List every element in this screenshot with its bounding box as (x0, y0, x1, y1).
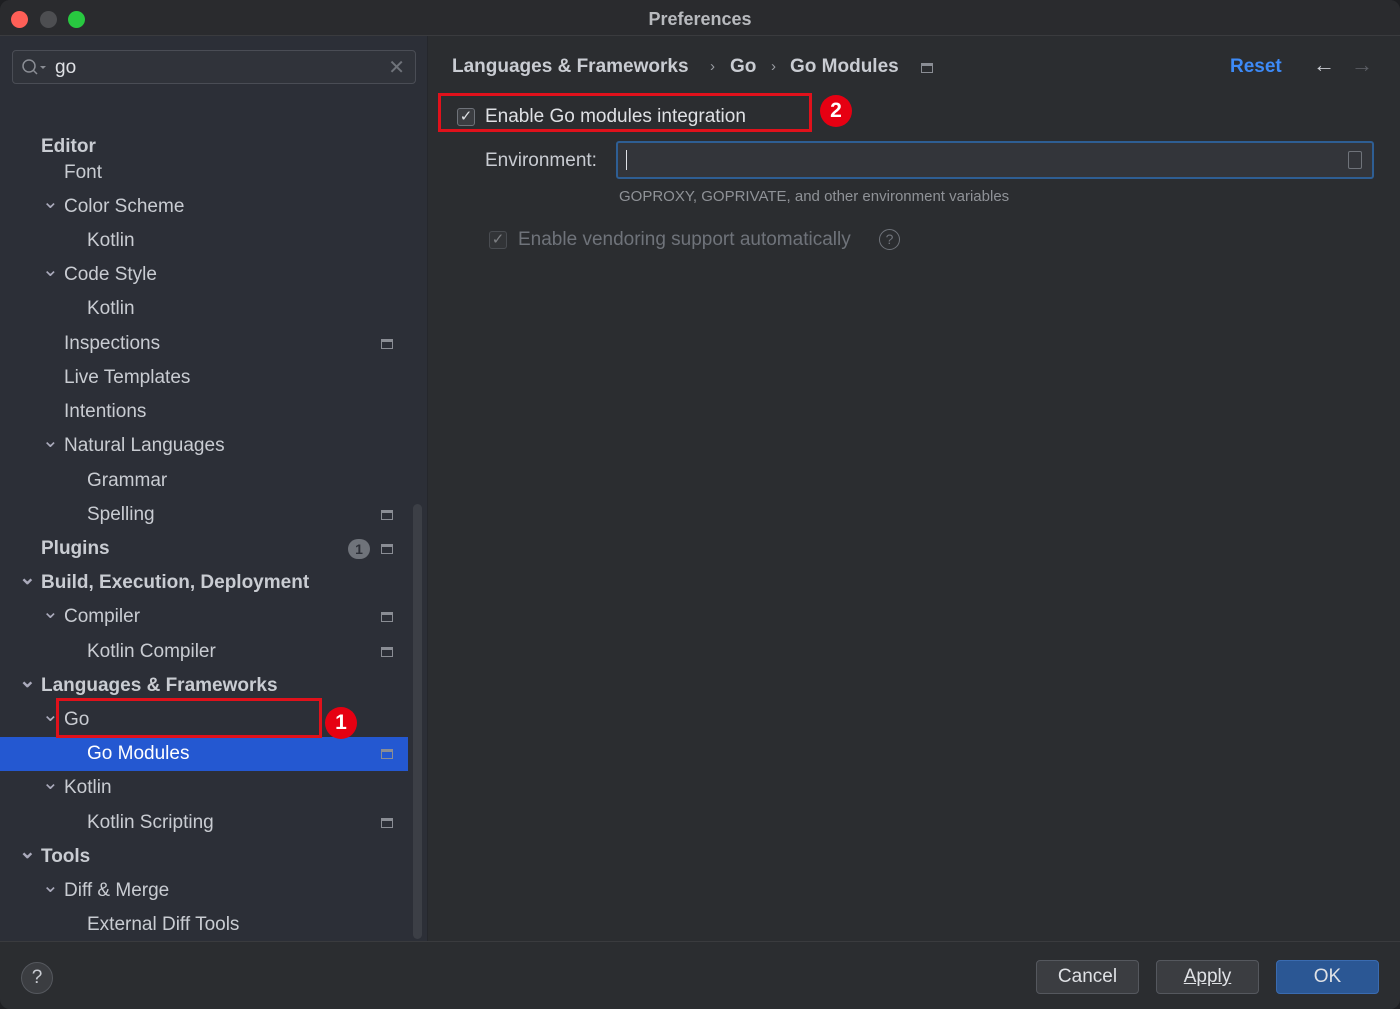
tree-item-label: Intentions (64, 401, 147, 422)
project-scope-icon (381, 818, 393, 828)
tree-item-label: Build, Execution, Deployment (41, 572, 310, 593)
environment-input[interactable] (616, 141, 1374, 179)
window-title: Preferences (648, 9, 752, 29)
breadcrumb-current: Go Modules (790, 56, 899, 77)
tree-item[interactable]: ⌄ Tools (0, 840, 408, 874)
tree-item[interactable]: ⌄ Diff & Merge (0, 874, 408, 908)
tree-item-label: Kotlin Scripting (87, 812, 214, 833)
tree-item[interactable]: Intentions (0, 395, 408, 429)
tree-item-label: External Diff Tools (87, 914, 240, 935)
tree-item[interactable]: External Diff Tools (0, 908, 408, 942)
tree-item[interactable]: Kotlin Compiler (0, 635, 408, 669)
tree-item-label: Grammar (87, 470, 168, 491)
tree-item-label: Kotlin (87, 230, 135, 251)
tree-item-label: Plugins (41, 538, 110, 559)
tree-item[interactable]: ⌄ Natural Languages (0, 429, 408, 463)
vendoring-checkbox[interactable]: ✓ (489, 231, 507, 249)
text-cursor (626, 150, 627, 170)
chevron-down-icon[interactable]: ⌄ (42, 253, 59, 287)
apply-button[interactable]: Apply (1156, 960, 1259, 994)
tree-item-label: Kotlin (87, 298, 135, 319)
tree-item-label: Go Modules (87, 743, 190, 764)
help-button[interactable]: ? (21, 962, 53, 994)
breadcrumb-item[interactable]: Languages & Frameworks (452, 56, 689, 78)
chevron-down-icon[interactable]: ⌄ (19, 835, 36, 869)
tree-item[interactable]: Spelling (0, 498, 408, 532)
breadcrumb-separator-icon: › (710, 58, 715, 75)
breadcrumb-separator-icon: › (771, 58, 776, 75)
cancel-button[interactable]: Cancel (1036, 960, 1139, 994)
tree-item-label: Kotlin (64, 777, 112, 798)
tree-item[interactable]: Grammar (0, 464, 408, 498)
tree-item[interactable]: ⌄ Build, Execution, Deployment (0, 566, 408, 600)
back-arrow-icon[interactable]: ← (1313, 52, 1335, 78)
environment-hint: GOPROXY, GOPRIVATE, and other environmen… (619, 188, 1010, 205)
annotation-badge-1: 1 (325, 707, 357, 739)
search-value: go (55, 57, 77, 78)
tree-item-label: Spelling (87, 504, 155, 525)
vendoring-label: Enable vendoring support automatically (518, 229, 851, 250)
environment-label: Environment: (485, 150, 597, 171)
dialog-footer: ? Cancel Apply OK (0, 941, 1400, 1009)
project-scope-icon (381, 647, 393, 657)
help-icon[interactable]: ? (879, 229, 900, 250)
chevron-down-icon[interactable]: ⌄ (42, 869, 59, 903)
tree-item-label: Font (64, 162, 103, 183)
annotation-box-2 (438, 93, 812, 132)
annotation-badge-2: 2 (820, 95, 852, 127)
tree-item-label: Live Templates (64, 367, 191, 388)
project-scope-icon (381, 749, 393, 759)
ok-button[interactable]: OK (1276, 960, 1379, 994)
tree-item[interactable]: ⌄ Color Scheme (0, 190, 408, 224)
preferences-window: Preferences go ✕ Editor Font ⌄ Color Scheme… (0, 0, 1400, 1009)
project-scope-icon (381, 339, 393, 349)
tree-item-label: Natural Languages (64, 435, 225, 456)
tree-item[interactable]: Kotlin (0, 292, 408, 326)
tree-item[interactable]: Plugins 1 (0, 532, 408, 566)
project-scope-icon (921, 63, 933, 73)
tree-item-label: Inspections (64, 333, 161, 354)
tree-item[interactable]: ⌄ Code Style (0, 258, 408, 292)
tree-item-label: Code Style (64, 264, 157, 285)
tree-item-label: Diff & Merge (64, 880, 170, 901)
title-bar: Preferences (0, 0, 1400, 36)
tree-item-label: Compiler (64, 606, 141, 627)
tree-item[interactable]: Live Templates (0, 361, 408, 395)
tree-item[interactable]: Inspections (0, 327, 408, 361)
search-icon (22, 59, 46, 75)
tree-item[interactable]: Font (0, 156, 408, 190)
sidebar-scrollbar[interactable] (413, 504, 422, 939)
annotation-box-1 (56, 698, 322, 738)
chevron-down-icon[interactable]: ⌄ (42, 424, 59, 458)
chevron-down-icon[interactable]: ⌄ (19, 664, 36, 698)
reset-link[interactable]: Reset (1230, 56, 1282, 78)
project-scope-icon (381, 544, 393, 554)
project-scope-icon (381, 510, 393, 520)
tree-item-label: Kotlin Compiler (87, 641, 216, 662)
tree-item[interactable]: Kotlin Scripting (0, 806, 408, 840)
tree-item[interactable]: ⌄ Compiler (0, 600, 408, 634)
settings-sidebar: go ✕ Editor Font ⌄ Color Scheme Kotlin ⌄ Code … (0, 36, 428, 969)
search-input[interactable]: go ✕ (12, 50, 416, 84)
project-scope-icon (381, 612, 393, 622)
chevron-down-icon[interactable]: ⌄ (42, 766, 59, 800)
update-count-badge: 1 (348, 539, 370, 559)
settings-panel: Languages & Frameworks › Go › Go Modules… (429, 36, 1400, 941)
tree-item[interactable]: ⌄ Kotlin (0, 771, 408, 805)
tree-item[interactable]: Kotlin (0, 224, 408, 258)
clear-search-icon[interactable]: ✕ (388, 55, 405, 80)
chevron-down-icon[interactable]: ⌄ (19, 561, 36, 595)
tree-item[interactable]: Go Modules (0, 737, 408, 771)
tree-item-label: Color Scheme (64, 196, 185, 217)
forward-arrow-icon[interactable]: → (1351, 52, 1373, 78)
chevron-down-icon[interactable]: ⌄ (42, 185, 59, 219)
chevron-down-icon[interactable]: ⌄ (42, 595, 59, 629)
breadcrumb-item[interactable]: Go (730, 56, 756, 78)
expand-editor-icon[interactable] (1348, 151, 1362, 169)
